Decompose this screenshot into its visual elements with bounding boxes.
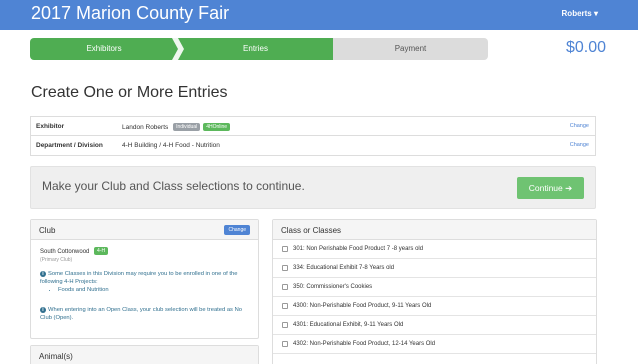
class-label: 334: Educational Exhibit 7-8 Years old: [293, 265, 395, 271]
exhibitor-label: Exhibitor: [36, 123, 65, 130]
change-exhibitor-link[interactable]: Change: [570, 123, 589, 129]
class-option[interactable]: 301: Non Perishable Food Product 7 -8 ye…: [273, 240, 596, 259]
selection-alert: Make your Club and Class selections to c…: [30, 166, 596, 209]
info-icon: i: [40, 307, 46, 313]
order-total: $0.00: [565, 39, 606, 56]
club-name-text: South Cottonwood: [40, 249, 90, 255]
club-subtitle: (Primary Club): [40, 257, 73, 263]
club-name: South Cottonwood 4-H: [40, 247, 109, 255]
individual-badge: Individual: [173, 123, 201, 131]
progress-stepper: Exhibitors Entries Payment $0.00: [30, 38, 606, 60]
animals-panel: Animal(s): [30, 345, 259, 364]
classes-panel-header: Class or Classes: [273, 220, 596, 240]
classes-heading: Class or Classes: [281, 226, 342, 235]
continue-button[interactable]: Continue ➔: [517, 177, 584, 199]
entry-info-table: Exhibitor Landon Roberts Individual 4HOnl…: [30, 116, 596, 156]
exhibitor-value: Landon Roberts Individual 4HOnline: [122, 123, 231, 131]
user-menu[interactable]: Roberts ▾: [562, 9, 598, 18]
exhibitor-row: Exhibitor Landon Roberts Individual 4HOnl…: [31, 117, 595, 136]
classes-panel: Class or Classes 301: Non Perishable Foo…: [272, 219, 597, 364]
change-club-button[interactable]: Change: [224, 225, 250, 235]
department-row: Department / Division 4-H Building / 4-H…: [31, 136, 595, 155]
class-label: 4300: Non-Perishable Food Product, 9-11 …: [293, 303, 432, 309]
class-option[interactable]: 4301: Educational Exhibit, 9-11 Years Ol…: [273, 316, 596, 335]
project-requirement-note: i Some Classes in this Division may requi…: [40, 270, 252, 294]
open-class-note: i When entering into an Open Class, your …: [40, 306, 252, 322]
club-panel-header: Club Change: [31, 220, 258, 240]
step-chevron-icon: [327, 38, 333, 60]
club-heading: Club: [39, 226, 56, 235]
animals-heading: Animal(s): [39, 352, 73, 361]
note-text: Some Classes in this Division may requir…: [40, 271, 238, 285]
project-list: Foods and Nutrition: [40, 286, 252, 294]
step-exhibitors[interactable]: Exhibitors: [30, 38, 178, 60]
class-option[interactable]: 334: Educational Exhibit 7-8 Years old: [273, 259, 596, 278]
class-option[interactable]: 350: Commissioner's Cookies: [273, 278, 596, 297]
club-4h-badge: 4-H: [94, 247, 109, 255]
class-checkbox[interactable]: [282, 303, 288, 309]
animals-panel-header: Animal(s): [31, 346, 258, 364]
app-title[interactable]: 2017 Marion County Fair: [31, 3, 229, 24]
department-label: Department / Division: [36, 142, 103, 149]
change-department-link[interactable]: Change: [570, 142, 589, 148]
class-checkbox[interactable]: [282, 246, 288, 252]
class-label: 301: Non Perishable Food Product 7 -8 ye…: [293, 246, 424, 252]
note-text: When entering into an Open Class, your c…: [40, 307, 242, 321]
alert-message: Make your Club and Class selections to c…: [42, 179, 305, 193]
club-panel: Club Change South Cottonwood 4-H (Primar…: [30, 219, 259, 339]
class-label: 4302: Non-Perishable Food Product, 12-14…: [293, 341, 436, 347]
step-payment[interactable]: Payment: [333, 38, 488, 60]
class-option[interactable]: 4300: Non-Perishable Food Product, 9-11 …: [273, 297, 596, 316]
step-chevron-icon: [172, 38, 184, 60]
info-icon: i: [40, 271, 46, 277]
class-label: 350: Commissioner's Cookies: [293, 284, 373, 290]
class-option[interactable]: 4302: Non-Perishable Food Product, 12-14…: [273, 335, 596, 354]
class-checkbox[interactable]: [282, 265, 288, 271]
step-entries[interactable]: Entries: [178, 38, 333, 60]
4honline-badge: 4HOnline: [203, 123, 231, 131]
top-navbar: 2017 Marion County Fair Roberts ▾: [0, 0, 638, 30]
department-value: 4-H Building / 4-H Food - Nutrition: [122, 142, 220, 149]
page-title: Create One or More Entries: [31, 84, 228, 101]
class-checkbox[interactable]: [282, 341, 288, 347]
class-label: 4301: Educational Exhibit, 9-11 Years Ol…: [293, 322, 404, 328]
project-item: Foods and Nutrition: [58, 286, 252, 294]
class-checkbox[interactable]: [282, 284, 288, 290]
exhibitor-name: Landon Roberts: [122, 124, 169, 131]
class-checkbox[interactable]: [282, 322, 288, 328]
